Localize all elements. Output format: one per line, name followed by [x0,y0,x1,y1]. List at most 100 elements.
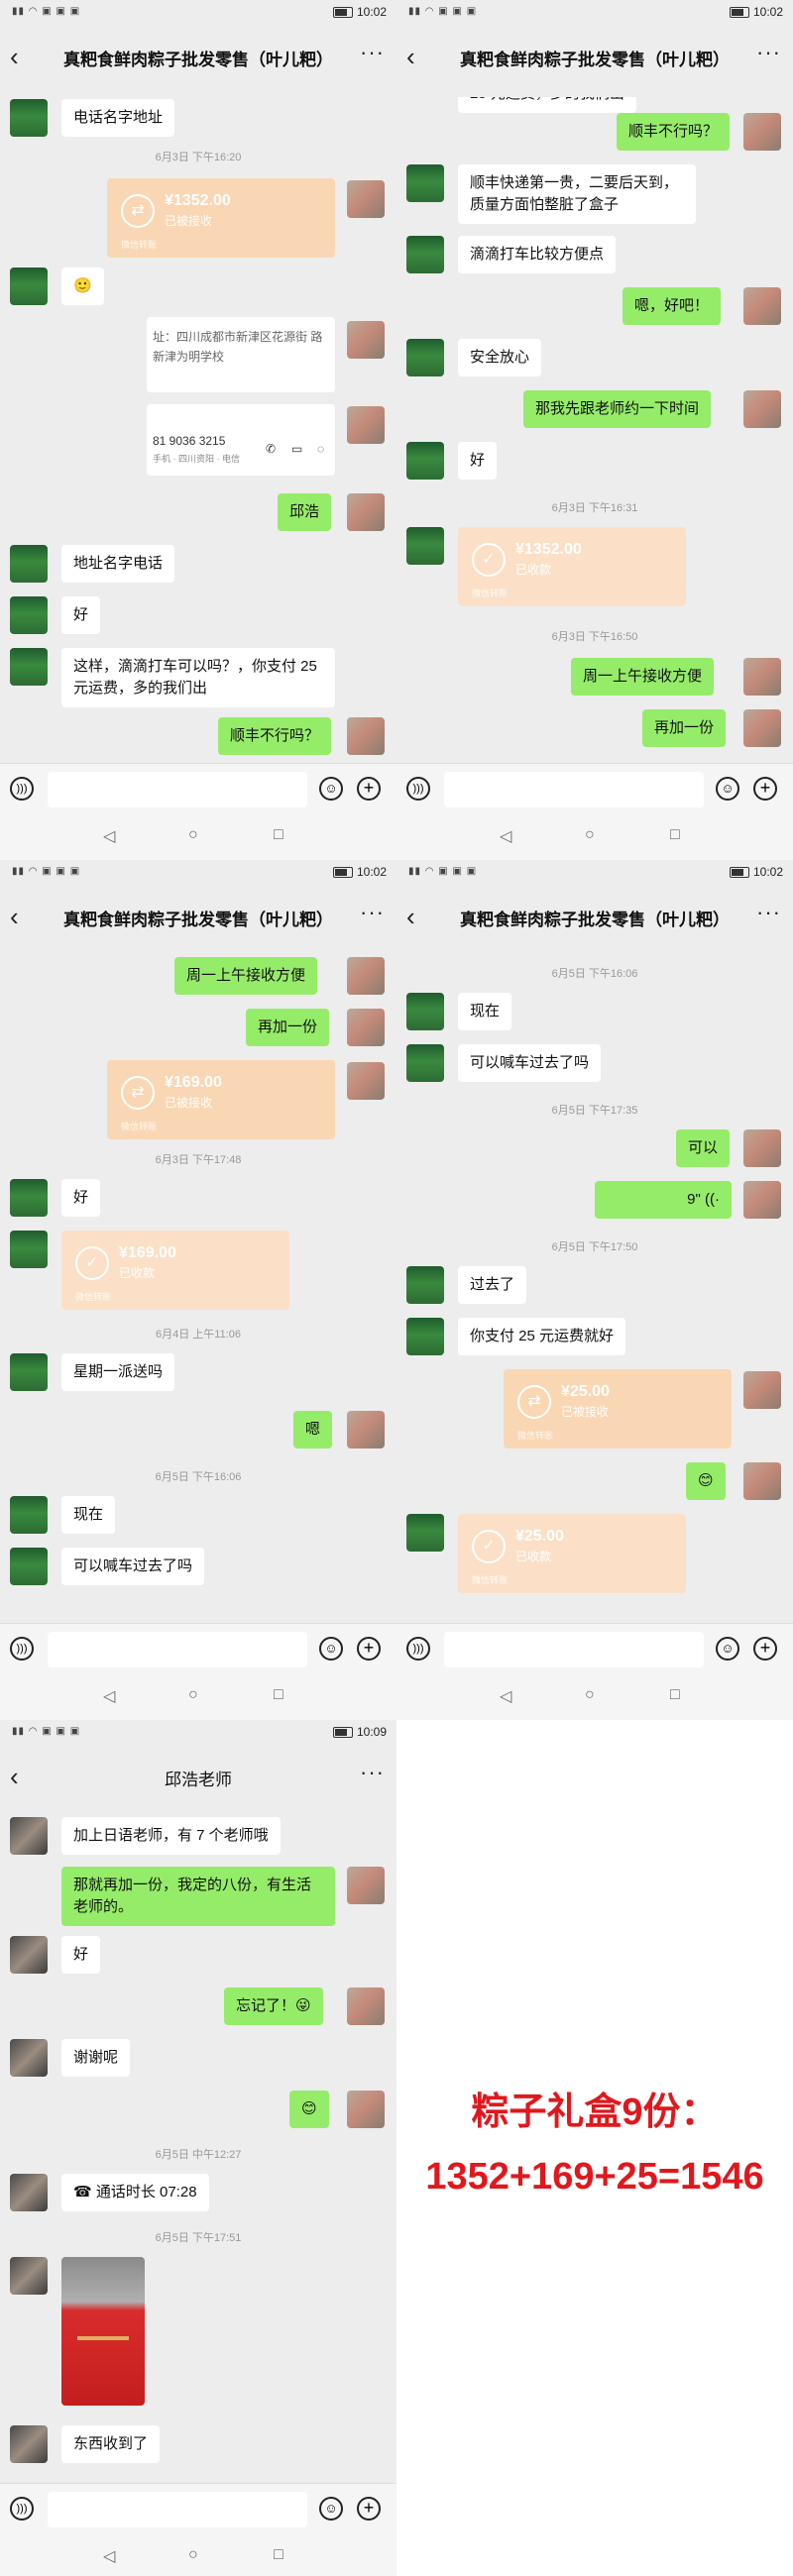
message-bubble[interactable]: 可以喊车过去了吗 [458,1044,602,1082]
avatar[interactable] [347,2091,385,2128]
message-bubble[interactable]: 忘记了！😜 [224,1987,323,2025]
message-input[interactable] [48,1632,307,1667]
avatar[interactable] [406,164,444,202]
avatar[interactable] [406,1044,444,1082]
avatar[interactable] [10,99,48,137]
avatar[interactable] [10,596,48,634]
avatar[interactable] [743,1371,781,1409]
avatar[interactable] [406,442,444,480]
message-bubble[interactable]: 那就再加一份，我定的八份，有生活老师的。 [61,1867,335,1926]
avatar[interactable] [743,1462,781,1500]
avatar[interactable] [347,717,385,755]
avatar[interactable] [743,113,781,151]
message-bubble[interactable]: 好 [61,1179,101,1217]
message-bubble[interactable]: 安全放心 [458,339,542,376]
more-icon[interactable]: ··· [756,900,781,925]
avatar[interactable] [347,180,385,218]
message-bubble[interactable]: 25 元运费，多的我们出 [458,97,636,113]
nav-recent-icon[interactable]: □ [274,826,283,844]
message-bubble[interactable]: 星期一派送吗 [61,1353,175,1391]
voice-icon[interactable]: ))) [10,2497,34,2521]
plus-icon[interactable]: + [753,1637,777,1661]
message-list[interactable]: 电话名字地址 6月3日 下午16:20 ⇄ ¥1352.00 已被接收 微信转账… [0,97,396,763]
avatar[interactable] [743,287,781,325]
avatar[interactable] [406,339,444,376]
message-bubble[interactable]: 现在 [458,993,512,1030]
message-bubble[interactable]: 周一上午接收方便 [174,957,318,995]
more-icon[interactable]: ··· [360,900,385,925]
plus-icon[interactable]: + [357,777,381,801]
avatar[interactable] [743,1129,781,1167]
message-bubble[interactable]: 嗯 [293,1411,333,1449]
gift-box-photo[interactable] [61,2257,145,2406]
transfer-card[interactable]: ✓ ¥169.00 已收款 微信转账 [61,1231,289,1310]
avatar[interactable] [10,2257,48,2295]
avatar[interactable] [347,957,385,995]
contact-card-screenshot[interactable]: 81 9036 3215 手机 · 四川资阳 · 电信 ✆ ▭ ◌ [147,404,335,476]
message-input[interactable] [444,1632,704,1667]
message-bubble[interactable]: 😊 [289,2091,329,2128]
avatar[interactable] [406,527,444,565]
message-bubble[interactable]: 邱浩 [278,493,332,531]
message-bubble[interactable]: 滴滴打车比较方便点 [458,236,617,273]
message-bubble[interactable]: 加上日语老师，有 7 个老师哦 [61,1817,281,1855]
message-bubble[interactable]: 你支付 25 元运费就好 [458,1318,626,1355]
plus-icon[interactable]: + [357,2497,381,2521]
back-icon[interactable]: ‹ [10,904,19,929]
message-bubble[interactable]: 这样，滴滴打车可以吗？，你支付 25 元运费，多的我们出 [61,648,335,707]
avatar[interactable] [10,2039,48,2077]
avatar[interactable] [743,1181,781,1219]
avatar[interactable] [10,648,48,686]
message-bubble[interactable]: 再加一份 [642,709,727,747]
back-icon[interactable]: ‹ [406,44,415,69]
avatar[interactable] [10,2425,48,2463]
avatar[interactable] [10,1817,48,1855]
voice-message[interactable]: 9" ((· [595,1181,732,1219]
message-bubble[interactable]: 好 [61,1936,101,1974]
avatar[interactable] [10,268,48,305]
message-bubble[interactable]: 好 [61,596,101,634]
plus-icon[interactable]: + [753,777,777,801]
nav-recent-icon[interactable]: □ [274,2546,283,2564]
message-bubble[interactable]: 顺丰不行吗？ [218,717,332,755]
back-icon[interactable]: ‹ [10,44,19,69]
avatar[interactable] [10,1231,48,1268]
avatar[interactable] [347,1062,385,1100]
message-bubble[interactable]: 东西收到了 [61,2425,161,2463]
avatar[interactable] [10,545,48,583]
message-bubble[interactable]: 可以 [676,1129,731,1167]
message-input[interactable] [48,772,307,807]
avatar[interactable] [406,1514,444,1552]
plus-icon[interactable]: + [357,1637,381,1661]
nav-back-icon[interactable]: ◁ [500,826,511,846]
message-list[interactable]: 25 元运费，多的我们出 顺丰不行吗？ 顺丰快递第一贵，二要后天到，质量方面怕整… [396,97,793,763]
message-bubble[interactable]: 周一上午接收方便 [571,658,715,696]
nav-back-icon[interactable]: ◁ [103,826,115,846]
message-bubble[interactable]: 🙂 [61,268,104,305]
message-bubble[interactable]: 谢谢呢 [61,2039,131,2077]
avatar[interactable] [406,1318,444,1355]
address-screenshot[interactable]: 址：四川成都市新津区花源街 路新津为明学校 [147,317,335,392]
nav-recent-icon[interactable]: □ [274,1686,283,1704]
nav-home-icon[interactable]: ○ [585,826,595,844]
nav-back-icon[interactable]: ◁ [500,1686,511,1706]
message-bubble[interactable]: 😊 [686,1462,726,1500]
avatar[interactable] [10,1548,48,1585]
message-bubble[interactable]: 顺丰不行吗？ [617,113,731,151]
transfer-card[interactable]: ⇄ ¥25.00 已被接收 微信转账 [504,1369,732,1449]
avatar[interactable] [743,709,781,747]
message-list[interactable]: 周一上午接收方便 再加一份 ⇄ ¥169.00 已被接收 微信转账 6月3日 下… [0,957,396,1623]
voice-icon[interactable]: ))) [406,1637,430,1661]
message-bubble[interactable]: 再加一份 [246,1009,330,1046]
nav-home-icon[interactable]: ○ [188,2546,198,2564]
nav-home-icon[interactable]: ○ [188,1686,198,1704]
voice-icon[interactable]: ))) [406,777,430,801]
more-icon[interactable]: ··· [360,40,385,65]
voice-icon[interactable]: ))) [10,777,34,801]
emoji-icon[interactable]: ☺ [716,777,739,801]
call-record[interactable]: ☎ 通话时长 07:28 [61,2174,209,2211]
emoji-icon[interactable]: ☺ [716,1637,739,1661]
nav-home-icon[interactable]: ○ [585,1686,595,1704]
nav-back-icon[interactable]: ◁ [103,1686,115,1706]
avatar[interactable] [10,1179,48,1217]
